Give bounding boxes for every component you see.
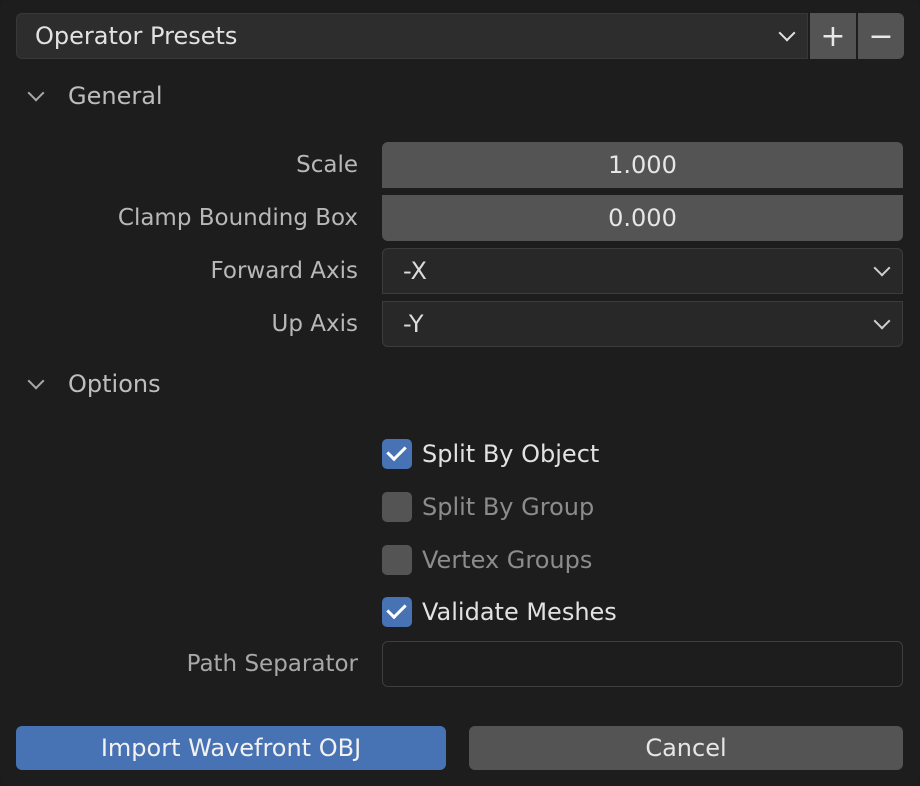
import-button-label: Import Wavefront OBJ xyxy=(100,734,362,762)
split-by-group-option[interactable]: Split By Group xyxy=(382,487,594,527)
chevron-down-icon xyxy=(27,372,45,390)
vertex-groups-option[interactable]: Vertex Groups xyxy=(382,540,592,580)
remove-preset-button[interactable]: − xyxy=(858,13,904,59)
up-axis-dropdown[interactable]: -Y xyxy=(382,301,903,347)
path-separator-label: Path Separator xyxy=(186,651,358,677)
validate-meshes-label: Validate Meshes xyxy=(422,598,617,626)
forward-axis-label: Forward Axis xyxy=(210,258,358,284)
validate-meshes-option[interactable]: Validate Meshes xyxy=(382,592,617,632)
import-wavefront-obj-button[interactable]: Import Wavefront OBJ xyxy=(16,726,446,770)
cancel-button[interactable]: Cancel xyxy=(469,726,903,770)
split-by-object-checkbox[interactable] xyxy=(382,439,412,469)
section-title-general: General xyxy=(68,82,163,110)
up-axis-label: Up Axis xyxy=(271,311,358,337)
section-header-options[interactable]: Options xyxy=(27,364,161,404)
cancel-button-label: Cancel xyxy=(645,734,727,762)
chevron-down-icon xyxy=(27,84,45,102)
section-title-options: Options xyxy=(68,370,161,398)
chevron-down-icon xyxy=(873,259,891,277)
split-by-object-option[interactable]: Split By Object xyxy=(382,434,599,474)
clamp-bounding-box-value: 0.000 xyxy=(608,204,677,232)
path-separator-field[interactable] xyxy=(382,641,903,687)
forward-axis-value: -X xyxy=(403,257,427,285)
scale-label: Scale xyxy=(296,152,358,178)
split-by-object-label: Split By Object xyxy=(422,440,600,468)
scale-field[interactable]: 1.000 xyxy=(382,142,903,188)
section-header-general[interactable]: General xyxy=(27,76,163,116)
operator-presets-label: Operator Presets xyxy=(35,22,238,50)
operator-presets-dropdown[interactable]: Operator Presets xyxy=(16,13,808,59)
vertex-groups-checkbox[interactable] xyxy=(382,545,412,575)
vertex-groups-label: Vertex Groups xyxy=(422,546,593,574)
chevron-down-icon xyxy=(778,24,796,42)
clamp-bounding-box-label: Clamp Bounding Box xyxy=(117,205,358,231)
forward-axis-dropdown[interactable]: -X xyxy=(382,248,903,294)
clamp-bounding-box-field[interactable]: 0.000 xyxy=(382,195,903,241)
operator-presets-row: Operator Presets + − xyxy=(16,13,904,59)
minus-icon: − xyxy=(868,18,894,54)
validate-meshes-checkbox[interactable] xyxy=(382,597,412,627)
chevron-down-icon xyxy=(873,312,891,330)
import-obj-dialog: Operator Presets + − General Scale 1.000… xyxy=(0,0,920,786)
split-by-group-label: Split By Group xyxy=(422,493,595,521)
plus-icon: + xyxy=(820,18,846,54)
scale-value: 1.000 xyxy=(608,151,677,179)
add-preset-button[interactable]: + xyxy=(810,13,856,59)
split-by-group-checkbox[interactable] xyxy=(382,492,412,522)
up-axis-value: -Y xyxy=(403,310,424,338)
